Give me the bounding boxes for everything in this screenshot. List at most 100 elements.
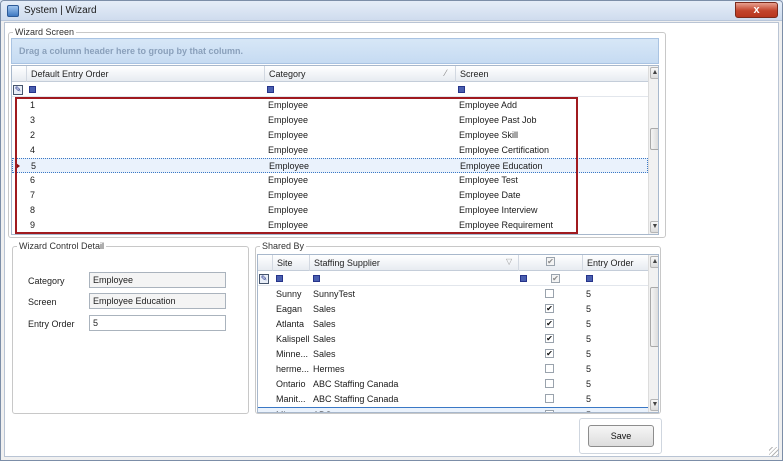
table-cell-order[interactable]: 9: [26, 218, 264, 233]
list-item[interactable]: Minne...ABC... 5: [258, 407, 648, 412]
shared-checkbox[interactable]: [545, 349, 554, 358]
shared-checkbox[interactable]: [545, 379, 554, 388]
table-cell-category[interactable]: Employee: [264, 113, 455, 128]
shared-checkbox[interactable]: [545, 394, 554, 403]
shared-cell-site[interactable]: Ontario: [272, 377, 309, 392]
table-cell-order[interactable]: 1: [26, 98, 264, 113]
shared-cell-site[interactable]: Sunny: [272, 287, 309, 302]
table-cell-screen[interactable]: Employee Education: [456, 159, 649, 174]
shared-cell-order[interactable]: 5: [582, 317, 648, 332]
table-cell-screen[interactable]: Employee Date: [455, 188, 648, 203]
filter-shared-checkbox[interactable]: [551, 274, 560, 283]
shared-cell-supplier[interactable]: Hermes: [309, 362, 518, 377]
scroll-up-icon[interactable]: ▲: [650, 67, 658, 79]
table-cell-order[interactable]: 6: [26, 173, 264, 188]
shared-grid-vertical-scrollbar[interactable]: ▲ ▼: [648, 255, 658, 412]
shared-checkbox[interactable]: [545, 319, 554, 328]
shared-scroll-up-icon[interactable]: ▲: [650, 256, 658, 268]
table-cell-category[interactable]: Employee: [264, 218, 455, 233]
shared-cell-order[interactable]: 5: [582, 302, 648, 317]
wizard-grid-vertical-scrollbar[interactable]: ▲ ▼: [648, 66, 658, 234]
list-item[interactable]: AtlantaSales 5: [258, 317, 648, 332]
shared-cell-supplier[interactable]: Sales: [309, 347, 518, 362]
resize-grip-icon[interactable]: [769, 447, 779, 457]
column-header-entry-order[interactable]: Entry Order: [582, 255, 648, 271]
scroll-down-icon[interactable]: ▼: [650, 221, 658, 233]
shared-cell-order[interactable]: 5: [582, 392, 648, 407]
table-row[interactable]: 7 Employee Employee Date: [12, 188, 648, 203]
shared-cell-order[interactable]: 5: [582, 377, 648, 392]
table-row[interactable]: 6 Employee Employee Test: [12, 173, 648, 188]
column-header-category[interactable]: Category ⁄: [264, 66, 455, 82]
column-header-site[interactable]: Site: [272, 255, 309, 271]
table-cell-category[interactable]: Employee: [264, 98, 455, 113]
shared-cell-site[interactable]: Minne...: [272, 347, 309, 362]
filter-editor-icon[interactable]: ✎: [13, 85, 23, 95]
shared-cell-site[interactable]: Kalispell: [272, 332, 309, 347]
group-by-panel[interactable]: Drag a column header here to group by th…: [11, 38, 659, 64]
scroll-thumb[interactable]: [650, 128, 658, 150]
shared-filter-editor-icon[interactable]: ✎: [259, 274, 269, 284]
select-all-checkbox[interactable]: [546, 257, 555, 266]
table-cell-order[interactable]: 4: [26, 143, 264, 158]
shared-cell-site[interactable]: Minne...: [272, 408, 309, 412]
table-cell-order[interactable]: 3: [26, 113, 264, 128]
shared-cell-supplier[interactable]: ABC Staffing Canada: [309, 392, 518, 407]
table-cell-screen[interactable]: Employee Skill: [455, 128, 648, 143]
table-cell-order[interactable]: 2: [26, 128, 264, 143]
table-row[interactable]: 5 Employee Employee Education: [12, 158, 648, 173]
filter-shared-icon[interactable]: [520, 275, 527, 282]
shared-cell-site[interactable]: Eagan: [272, 302, 309, 317]
table-cell-category[interactable]: Employee: [264, 143, 455, 158]
shared-cell-supplier[interactable]: ABC Staffing Canada: [309, 377, 518, 392]
title-bar[interactable]: System | Wizard x: [1, 1, 782, 21]
shared-checkbox[interactable]: [545, 289, 554, 298]
shared-cell-order[interactable]: 5: [582, 347, 648, 362]
table-cell-screen[interactable]: Employee Add: [455, 98, 648, 113]
shared-scroll-down-icon[interactable]: ▼: [650, 399, 658, 411]
table-cell-category[interactable]: Employee: [265, 159, 456, 174]
shared-cell-order[interactable]: 5: [582, 362, 648, 377]
column-header-shared[interactable]: [518, 255, 582, 271]
table-cell-category[interactable]: Employee: [264, 188, 455, 203]
shared-cell-order[interactable]: 5: [582, 287, 648, 302]
shared-checkbox[interactable]: [545, 410, 554, 412]
shared-cell-supplier[interactable]: Sales: [309, 317, 518, 332]
shared-cell-supplier[interactable]: ABC...: [309, 408, 518, 412]
table-cell-order[interactable]: 8: [26, 203, 264, 218]
category-field[interactable]: Employee: [89, 272, 226, 288]
table-cell-screen[interactable]: Employee Certification: [455, 143, 648, 158]
table-row[interactable]: 4 Employee Employee Certification: [12, 143, 648, 158]
table-cell-screen[interactable]: Employee Interview: [455, 203, 648, 218]
shared-cell-order[interactable]: 5: [582, 408, 648, 412]
list-item[interactable]: Manit... ABC Staffing Canada 5: [258, 392, 648, 407]
shared-checkbox[interactable]: [545, 304, 554, 313]
list-item[interactable]: KalispellSales 5: [258, 332, 648, 347]
shared-checkbox[interactable]: [545, 364, 554, 373]
table-row[interactable]: 1 Employee Employee Add: [12, 98, 648, 113]
shared-checkbox[interactable]: [545, 334, 554, 343]
entry-order-field[interactable]: 5: [89, 315, 226, 331]
table-cell-screen[interactable]: Employee Test: [455, 173, 648, 188]
shared-cell-site[interactable]: Atlanta: [272, 317, 309, 332]
shared-cell-supplier[interactable]: Sales: [309, 302, 518, 317]
save-button[interactable]: Save: [588, 425, 654, 447]
list-item[interactable]: Minne...Sales 5: [258, 347, 648, 362]
filter-category-icon[interactable]: [267, 86, 274, 93]
filter-screen-icon[interactable]: [458, 86, 465, 93]
table-row[interactable]: 3 Employee Employee Past Job: [12, 113, 648, 128]
column-header-screen[interactable]: Screen: [455, 66, 648, 82]
list-item[interactable]: herme... Hermes 5: [258, 362, 648, 377]
filter-site-icon[interactable]: [276, 275, 283, 282]
shared-cell-supplier[interactable]: SunnyTest: [309, 287, 518, 302]
table-row[interactable]: 9 Employee Employee Requirement: [12, 218, 648, 233]
filter-default-entry-order-icon[interactable]: [29, 86, 36, 93]
table-cell-category[interactable]: Employee: [264, 203, 455, 218]
list-item[interactable]: Sunny SunnyTest 5: [258, 287, 648, 302]
shared-scroll-thumb[interactable]: [650, 287, 658, 347]
list-item[interactable]: Ontario ABC Staffing Canada 5: [258, 377, 648, 392]
table-row[interactable]: 8 Employee Employee Interview: [12, 203, 648, 218]
shared-cell-supplier[interactable]: Sales: [309, 332, 518, 347]
screen-field[interactable]: Employee Education: [89, 293, 226, 309]
filter-entry-order-icon[interactable]: [586, 275, 593, 282]
